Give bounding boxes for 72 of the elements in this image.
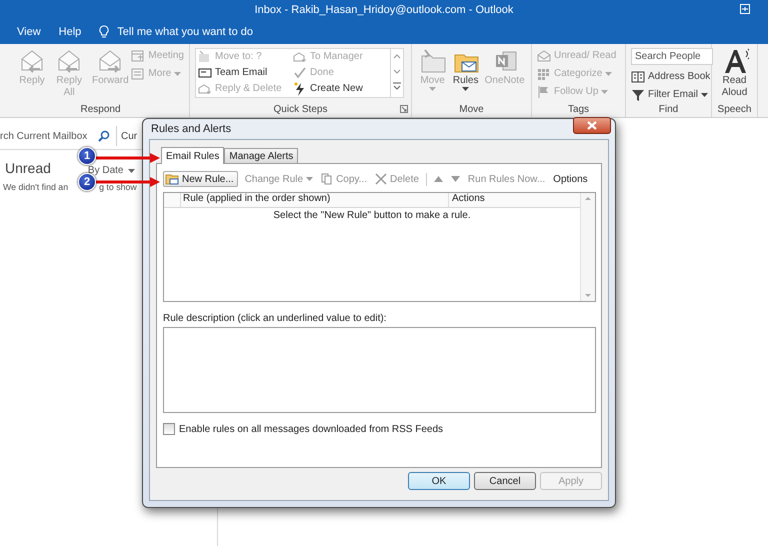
toolbar-link[interactable]: Options	[552, 174, 589, 184]
step-badge: 1	[78, 147, 96, 165]
envelope-icon	[537, 48, 551, 62]
column-header[interactable]: Actions	[449, 193, 485, 207]
menu-tab[interactable]: View	[17, 26, 41, 38]
up-arrow-icon	[434, 176, 443, 182]
checkbox-label[interactable]: Enable rules on all messages downloaded from RSS Feeds	[179, 424, 444, 434]
pointer-arrow	[96, 153, 160, 163]
ribbon-button[interactable]: Filter Email	[631, 87, 713, 102]
menu-tab[interactable]: Help	[58, 26, 82, 38]
checkmark-icon	[293, 66, 307, 80]
new-rule-button[interactable]: New Rule...	[163, 171, 238, 187]
more-icon	[131, 66, 146, 80]
restore-icon[interactable]	[740, 4, 750, 14]
close-button[interactable]	[573, 116, 611, 134]
envelope-icon	[293, 50, 307, 64]
group-label: Speech	[718, 104, 752, 114]
caret-icon	[605, 72, 612, 76]
field-label: Rule description (click an underlined value to edit):	[163, 313, 388, 324]
delete-icon	[375, 173, 387, 185]
dialog-launcher-icon[interactable]	[400, 105, 408, 113]
quick-step-item[interactable]: Create New	[293, 81, 388, 96]
group-label: Move	[459, 104, 484, 114]
envelope-icon	[198, 82, 212, 96]
ribbon-button[interactable]: Address Book	[631, 69, 713, 84]
sort-dropdown[interactable]: By Date	[88, 165, 134, 176]
step-badge: 2	[78, 173, 96, 191]
window-title: Inbox - Rakib_Hasan_Hridoy@outlook.com - Outlook	[254, 4, 514, 16]
caret-icon	[601, 90, 608, 94]
search-field[interactable]: rch Current Mailbox	[0, 130, 98, 142]
ribbon-button[interactable]: Read Aloud	[717, 47, 752, 99]
quick-step-item[interactable]: Team Email	[198, 65, 293, 80]
rule-description-box[interactable]	[163, 327, 596, 413]
caret-icon	[462, 87, 470, 91]
filter-tab[interactable]: Unread	[5, 160, 51, 176]
filter-icon	[631, 88, 645, 102]
search-scope-dropdown[interactable]: Cur	[121, 130, 138, 142]
empty-message: We didn't find an	[3, 182, 68, 192]
down-arrow-icon	[450, 176, 460, 182]
tell-me-search[interactable]: Tell me what you want to do	[117, 26, 254, 38]
folder-icon	[418, 47, 447, 75]
caret-icon	[429, 87, 436, 91]
caret-icon	[306, 177, 314, 181]
new-rule-icon	[165, 173, 179, 185]
dialog-button[interactable]: OK	[408, 472, 470, 490]
ribbon-button[interactable]: Rules	[450, 47, 482, 91]
group-label: Quick Steps	[274, 104, 328, 114]
flag-icon	[537, 84, 551, 98]
dialog-button[interactable]: Cancel	[474, 472, 536, 490]
lightbulb-icon[interactable]	[99, 25, 110, 39]
checkbox[interactable]	[163, 423, 175, 435]
search-icon[interactable]	[98, 130, 110, 142]
caret-icon	[174, 72, 182, 76]
caret-icon	[701, 92, 708, 96]
lightning-icon	[293, 82, 307, 96]
group-label: Tags	[568, 104, 590, 114]
empty-list-message: Select the "New Rule" button to make a rule.	[272, 209, 472, 221]
group-label: Find	[658, 104, 678, 115]
column-header[interactable]: Rule (applied in the order shown)	[181, 193, 449, 207]
dialog-title: Rules and Alerts	[151, 123, 232, 135]
caret-icon	[128, 168, 134, 172]
category-grid-icon	[537, 66, 551, 80]
card-icon	[198, 66, 212, 80]
group-label: Respond	[80, 104, 121, 114]
copy-icon	[321, 173, 334, 185]
empty-message: g to show	[99, 182, 137, 192]
dialog-tab[interactable]: Manage Alerts	[224, 148, 298, 163]
close-icon	[587, 120, 597, 130]
dialog-tab[interactable]: Email Rules	[161, 147, 224, 164]
search-people-field[interactable]: Search People	[631, 48, 713, 65]
calendar-icon	[131, 48, 146, 62]
address-book-icon	[631, 70, 645, 84]
